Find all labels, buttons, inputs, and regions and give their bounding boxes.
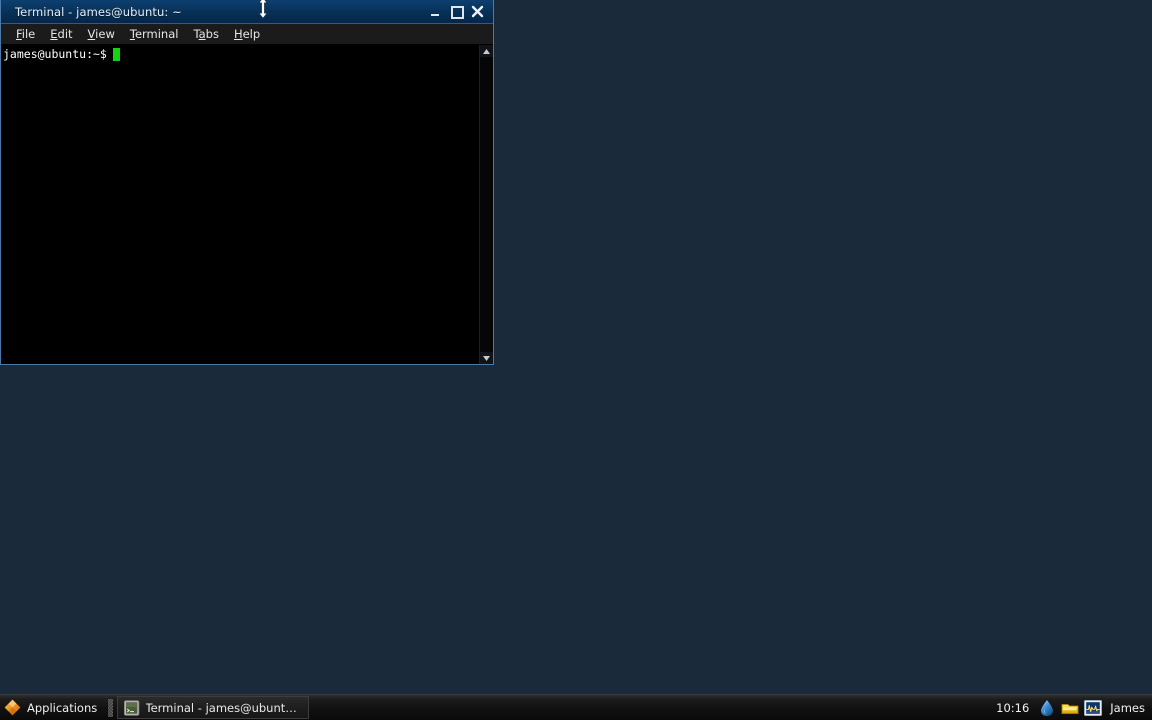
menu-item-terminal[interactable]: Terminal: [123, 25, 187, 43]
menu-item-help[interactable]: Help: [227, 25, 268, 43]
terminal-cursor: [113, 48, 120, 61]
applications-menu-button[interactable]: Applications: [0, 696, 104, 720]
taskbar-window-button-terminal[interactable]: Terminal - james@ubuntu: ~: [117, 696, 309, 719]
menu-label-terminal: erminal: [135, 27, 179, 41]
terminal-area[interactable]: james@ubuntu:~$: [1, 45, 493, 364]
taskbar[interactable]: Applications Terminal - james@ubuntu: ~ …: [0, 694, 1152, 720]
close-icon: [471, 5, 484, 18]
menu-label-file: ile: [22, 27, 35, 41]
menu-item-file[interactable]: File: [9, 25, 43, 43]
folder-icon[interactable]: [1060, 698, 1080, 718]
water-drop-icon[interactable]: [1037, 698, 1057, 718]
menu-mnemonic-edit: E: [50, 27, 57, 41]
terminal-prompt: james@ubuntu:~$: [3, 47, 107, 61]
terminal-line: james@ubuntu:~$: [3, 47, 479, 61]
desktop[interactable]: Terminal - james@ubuntu: ~ File Edit Vie…: [0, 0, 1152, 694]
menu-item-edit[interactable]: Edit: [43, 25, 80, 43]
applications-menu-label: Applications: [27, 701, 97, 715]
scrollbar-up-button[interactable]: [480, 45, 493, 57]
window-buttons-list: Terminal - james@ubuntu: ~: [117, 696, 996, 720]
menu-label-tabs: bs: [206, 27, 219, 41]
minimize-button[interactable]: [429, 5, 442, 18]
scrollbar-down-button[interactable]: [480, 352, 493, 364]
terminal-screen[interactable]: james@ubuntu:~$: [1, 45, 479, 364]
maximize-button[interactable]: [450, 5, 463, 18]
chevron-up-icon: [482, 48, 491, 55]
terminal-icon: [124, 700, 139, 716]
xfce-diamond-icon: [3, 698, 22, 717]
menu-mnemonic-help: H: [234, 27, 243, 41]
scrollbar-track[interactable]: [480, 57, 493, 352]
panel-drag-handle[interactable]: [108, 699, 113, 717]
menu-label-view: iew: [95, 27, 115, 41]
chevron-down-icon: [482, 355, 491, 362]
menu-label-help: elp: [243, 27, 261, 41]
menu-item-view[interactable]: View: [81, 25, 123, 43]
menu-mnemonic-tabs: a: [199, 27, 206, 41]
taskbar-window-button-label: Terminal - james@ubuntu: ~: [146, 701, 303, 715]
clock[interactable]: 10:16: [996, 701, 1029, 715]
menubar[interactable]: File Edit View Terminal Tabs Help: [1, 24, 493, 45]
menu-label-edit: dit: [58, 27, 73, 41]
terminal-scrollbar[interactable]: [479, 45, 493, 364]
window-controls: [429, 5, 484, 18]
menu-item-tabs[interactable]: Tabs: [186, 25, 226, 43]
system-monitor-icon[interactable]: [1083, 698, 1103, 718]
window-title: Terminal - james@ubuntu: ~: [15, 5, 182, 19]
window-titlebar[interactable]: Terminal - james@ubuntu: ~: [1, 0, 493, 24]
terminal-window[interactable]: Terminal - james@ubuntu: ~ File Edit Vie…: [0, 0, 494, 365]
system-tray: 10:16: [996, 698, 1152, 718]
close-button[interactable]: [471, 5, 484, 18]
username-label[interactable]: James: [1110, 701, 1145, 715]
